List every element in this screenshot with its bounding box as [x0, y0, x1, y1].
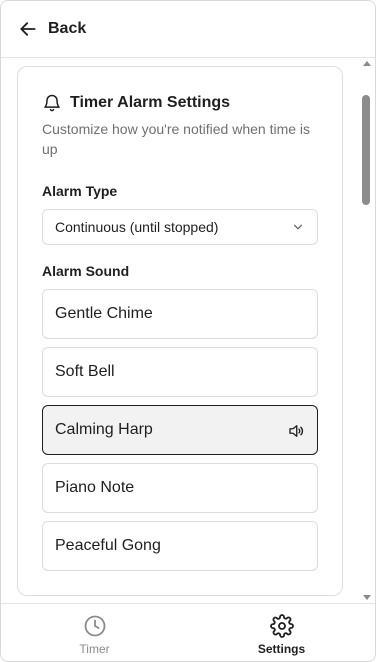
back-label: Back	[48, 20, 87, 37]
scrollbar[interactable]	[359, 58, 375, 603]
alarm-type-select[interactable]: Continuous (until stopped)	[42, 209, 318, 245]
bottom-nav: Timer Settings	[1, 603, 375, 661]
card-title-row: Timer Alarm Settings	[42, 93, 230, 113]
alarm-type-value: Continuous (until stopped)	[55, 219, 219, 235]
scrollbar-thumb[interactable]	[362, 95, 370, 205]
alarm-sound-list: Gentle Chime Soft Bell Calming Harp Pian…	[42, 289, 318, 579]
sound-option-label: Calming Harp	[55, 421, 153, 438]
sound-option-label: Soft Bell	[55, 363, 115, 380]
header: Back	[1, 1, 375, 58]
card-description: Customize how you're notified when time …	[42, 121, 311, 157]
arrow-left-icon	[20, 22, 36, 36]
sound-option-soft-bell[interactable]: Soft Bell	[42, 347, 318, 397]
card-title: Timer Alarm Settings	[70, 94, 231, 111]
scroll-up-arrow-icon[interactable]	[363, 61, 371, 66]
sound-option-peaceful-gong[interactable]: Peaceful Gong	[42, 521, 318, 571]
sound-option-label: Peaceful Gong	[55, 537, 161, 554]
back-button[interactable]: Back	[18, 19, 86, 39]
gear-icon	[269, 614, 294, 638]
alarm-sound-label: Alarm Sound	[42, 263, 130, 279]
nav-item-timer[interactable]: Timer	[1, 604, 188, 661]
sound-option-piano-note[interactable]: Piano Note	[42, 463, 318, 513]
timer-alarm-settings-card: Timer Alarm Settings Customize how you'r…	[17, 66, 343, 596]
clock-icon	[84, 615, 105, 637]
scroll-down-arrow-icon[interactable]	[363, 595, 371, 600]
nav-item-settings[interactable]: Settings	[188, 604, 375, 661]
speaker-icon[interactable]	[287, 422, 305, 440]
sound-option-gentle-chime[interactable]: Gentle Chime	[42, 289, 318, 339]
sound-option-label: Gentle Chime	[55, 305, 153, 322]
sound-option-calming-harp[interactable]: Calming Harp	[42, 405, 318, 455]
settings-scroll-area[interactable]: Timer Alarm Settings Customize how you'r…	[1, 58, 375, 603]
sound-option-label: Piano Note	[55, 479, 135, 496]
bell-icon	[44, 94, 60, 112]
nav-label-timer: Timer	[79, 642, 110, 656]
app-window: Back Timer Alarm Settings Customize how …	[0, 0, 376, 662]
alarm-type-label: Alarm Type	[42, 183, 118, 199]
chevron-down-icon	[293, 224, 303, 230]
nav-label-settings: Settings	[257, 642, 306, 656]
